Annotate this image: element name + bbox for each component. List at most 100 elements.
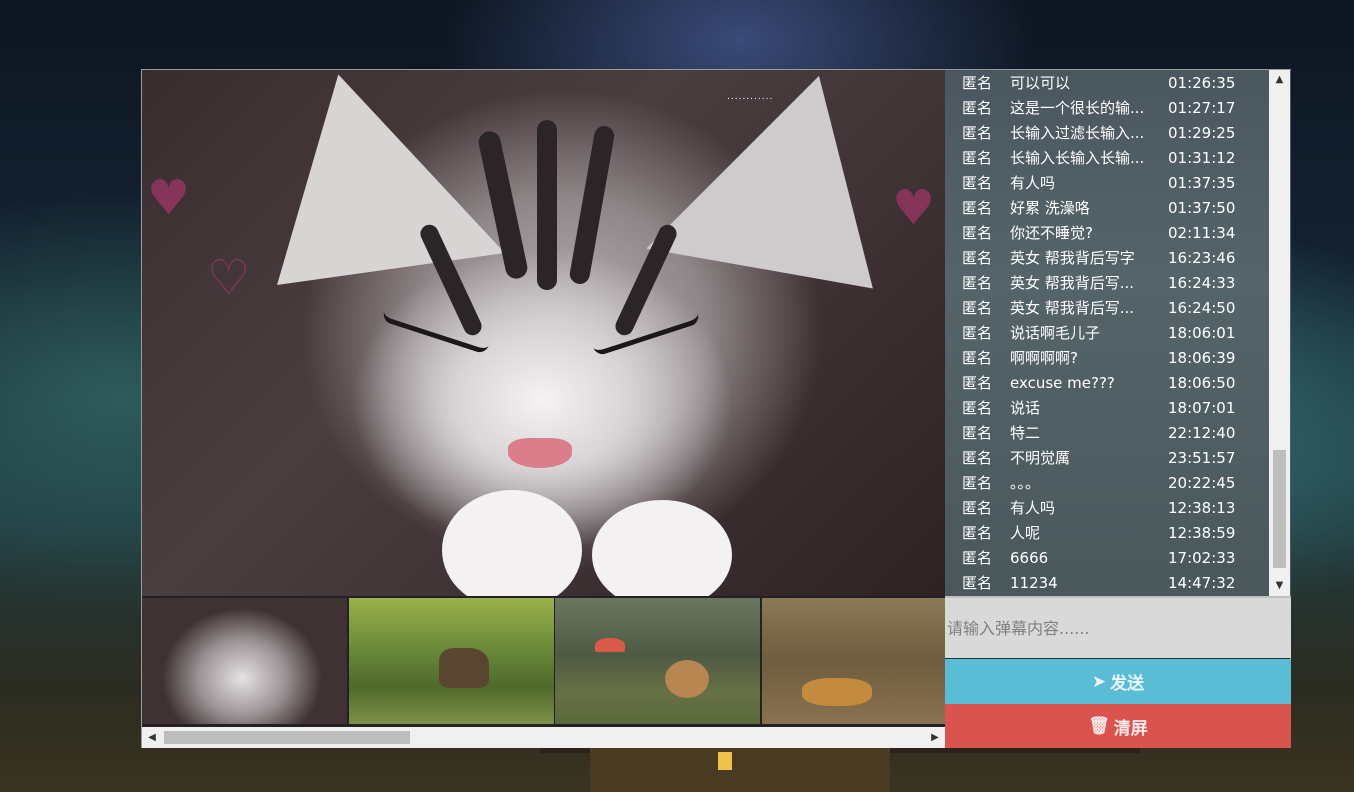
danmaku-row: 匿名 你还不睡觉? 02:11:34 xyxy=(945,220,1269,245)
danmaku-list: 匿名 可以可以 01:26:35 匿名 这是一个很长的输... 01:27:17 匿名 长输入… xyxy=(945,70,1269,596)
danmaku-text: 长输入过滤长输入... xyxy=(1010,124,1145,142)
heart-icon: ♥ xyxy=(147,170,191,226)
danmaku-author: 匿名 xyxy=(962,424,993,442)
deer-figure xyxy=(439,648,489,688)
cat-stripe xyxy=(537,120,557,290)
thumbnail-strip xyxy=(142,596,945,727)
danmaku-row: 匿名 有人吗 12:38:13 xyxy=(945,495,1269,520)
danmaku-row: 匿名 excuse me??? 18:06:50 xyxy=(945,370,1269,395)
danmaku-text: 英女 帮我背后写字 xyxy=(1010,249,1135,267)
danmaku-author: 匿名 xyxy=(962,274,993,292)
danmaku-row: 匿名 啊啊啊啊? 18:06:39 xyxy=(945,345,1269,370)
vertical-scrollbar[interactable]: ▲ ▼ xyxy=(1269,70,1290,596)
cat-right-paw xyxy=(592,500,732,596)
danmaku-time: 16:23:46 xyxy=(1168,248,1236,267)
scrollbar-thumb[interactable] xyxy=(164,731,410,744)
scroll-down-arrow-icon[interactable]: ▼ xyxy=(1269,576,1290,596)
danmaku-time: 01:37:50 xyxy=(1168,198,1236,217)
danmaku-time: 01:27:17 xyxy=(1168,98,1236,117)
danmaku-author: 匿名 xyxy=(962,74,993,92)
danmaku-text: 特二 xyxy=(1010,424,1041,442)
danmaku-text: 英女 帮我背后写... xyxy=(1010,274,1135,292)
background-hut xyxy=(590,748,890,792)
danmaku-input[interactable] xyxy=(945,598,1291,658)
tiger-figure xyxy=(802,678,872,706)
danmaku-time: 01:37:35 xyxy=(1168,173,1236,192)
danmaku-list-panel: 匿名 可以可以 01:26:35 匿名 这是一个很长的输... 01:27:17 匿名 长输入… xyxy=(945,70,1291,596)
cat-right-ear xyxy=(646,70,908,289)
danmaku-input-area xyxy=(945,596,1291,658)
danmaku-text: 6666 xyxy=(1010,548,1049,567)
danmaku-author: 匿名 xyxy=(962,199,993,217)
danmaku-row: 匿名。。。 20:22:45 xyxy=(945,470,1269,495)
danmaku-author: 匿名 xyxy=(962,224,993,242)
main-image-stage: ♥ ♡ ♥ ............ xyxy=(142,70,945,596)
scroll-right-arrow-icon[interactable]: ▶ xyxy=(925,727,945,748)
danmaku-text: 好累 洗澡咯 xyxy=(1010,199,1090,217)
cat-left-paw xyxy=(442,490,582,596)
danmaku-row: 匿名 人呢 12:38:59 xyxy=(945,520,1269,545)
danmaku-text: 有人吗 xyxy=(1010,174,1056,192)
danmaku-text: 说话 xyxy=(1010,399,1041,417)
danmaku-author: 匿名 xyxy=(962,124,993,142)
danmaku-row: 匿名 6666 17:02:33 xyxy=(945,545,1269,570)
danmaku-time: 12:38:13 xyxy=(1168,498,1236,517)
danmaku-text: 长输入长输入长输... xyxy=(1010,149,1145,167)
scroll-left-arrow-icon[interactable]: ◀ xyxy=(142,727,162,748)
clear-screen-button[interactable]: 🗑 清屏 xyxy=(945,704,1291,748)
paper-plane-icon: ➤ xyxy=(1091,671,1107,692)
danmaku-time: 23:51:57 xyxy=(1168,448,1236,467)
danmaku-author: 匿名 xyxy=(962,249,993,267)
danmaku-time: 01:26:35 xyxy=(1168,73,1236,92)
danmaku-time: 16:24:50 xyxy=(1168,298,1236,317)
danmaku-row: 匿名 英女 帮我背后写... 16:24:50 xyxy=(945,295,1269,320)
danmaku-row: 匿名 可以可以 01:26:35 xyxy=(945,70,1269,95)
danmaku-author: 匿名 xyxy=(962,324,993,342)
danmaku-author: 匿名 xyxy=(962,149,993,167)
danmaku-author: 匿名 xyxy=(962,174,993,192)
danmaku-time: 18:06:01 xyxy=(1168,323,1236,342)
danmaku-row: 匿名 说话啊毛儿子 18:06:01 xyxy=(945,320,1269,345)
thumbnail-kitten[interactable] xyxy=(142,598,347,724)
background-hut-window xyxy=(718,752,732,770)
send-button[interactable]: ➤ 发送 xyxy=(945,659,1291,704)
danmaku-time: 16:24:33 xyxy=(1168,273,1236,292)
thumbnail-deer[interactable] xyxy=(349,598,554,724)
danmaku-time: 14:47:32 xyxy=(1168,573,1236,592)
thumbnail-snail[interactable] xyxy=(555,598,760,724)
danmaku-text: 有人吗 xyxy=(1010,499,1056,517)
danmaku-time: 12:38:59 xyxy=(1168,523,1236,542)
danmaku-row: 匿名 长输入长输入长输... 01:31:12 xyxy=(945,145,1269,170)
danmaku-row: 匿名 英女 帮我背后写字 16:23:46 xyxy=(945,245,1269,270)
danmaku-row: 匿名 好累 洗澡咯 01:37:50 xyxy=(945,195,1269,220)
slide-indicator[interactable]: ............ xyxy=(727,92,773,102)
danmaku-row: 匿名 英女 帮我背后写... 16:24:33 xyxy=(945,270,1269,295)
scroll-up-arrow-icon[interactable]: ▲ xyxy=(1269,70,1290,90)
scrollbar-thumb[interactable] xyxy=(1273,450,1286,568)
send-label: 发送 xyxy=(1110,674,1145,694)
danmaku-author: 匿名 xyxy=(962,474,993,492)
cat-left-ear xyxy=(249,70,505,286)
snail-figure xyxy=(665,660,709,698)
danmaku-time: 01:31:12 xyxy=(1168,148,1236,167)
danmaku-time: 18:06:50 xyxy=(1168,373,1236,392)
danmaku-author: 匿名 xyxy=(962,574,993,592)
danmaku-author: 匿名 xyxy=(962,349,993,367)
danmaku-text: 这是一个很长的输... xyxy=(1010,99,1145,117)
danmaku-row: 匿名 不明觉厲 23:51:57 xyxy=(945,445,1269,470)
danmaku-time: 20:22:45 xyxy=(1168,473,1236,492)
danmaku-author: 匿名 xyxy=(962,99,993,117)
danmaku-row: 匿名 长输入过滤长输入... 01:29:25 xyxy=(945,120,1269,145)
danmaku-text: 。。。 xyxy=(1010,474,1041,492)
mushroom-figure xyxy=(595,638,625,652)
horizontal-scrollbar[interactable]: ◀ ▶ xyxy=(142,727,945,748)
danmaku-text: 英女 帮我背后写... xyxy=(1010,299,1135,317)
danmaku-row: 匿名 11234 14:47:32 xyxy=(945,570,1269,595)
danmaku-time: 18:06:39 xyxy=(1168,348,1236,367)
danmaku-text: 可以可以 xyxy=(1010,74,1071,92)
thumbnail-tiger[interactable] xyxy=(762,598,945,724)
danmaku-row: 匿名 这是一个很长的输... 01:27:17 xyxy=(945,95,1269,120)
cat-right-eye xyxy=(593,313,701,357)
clear-label: 清屏 xyxy=(1113,718,1148,739)
danmaku-row: 匿名 特二 22:12:40 xyxy=(945,420,1269,445)
